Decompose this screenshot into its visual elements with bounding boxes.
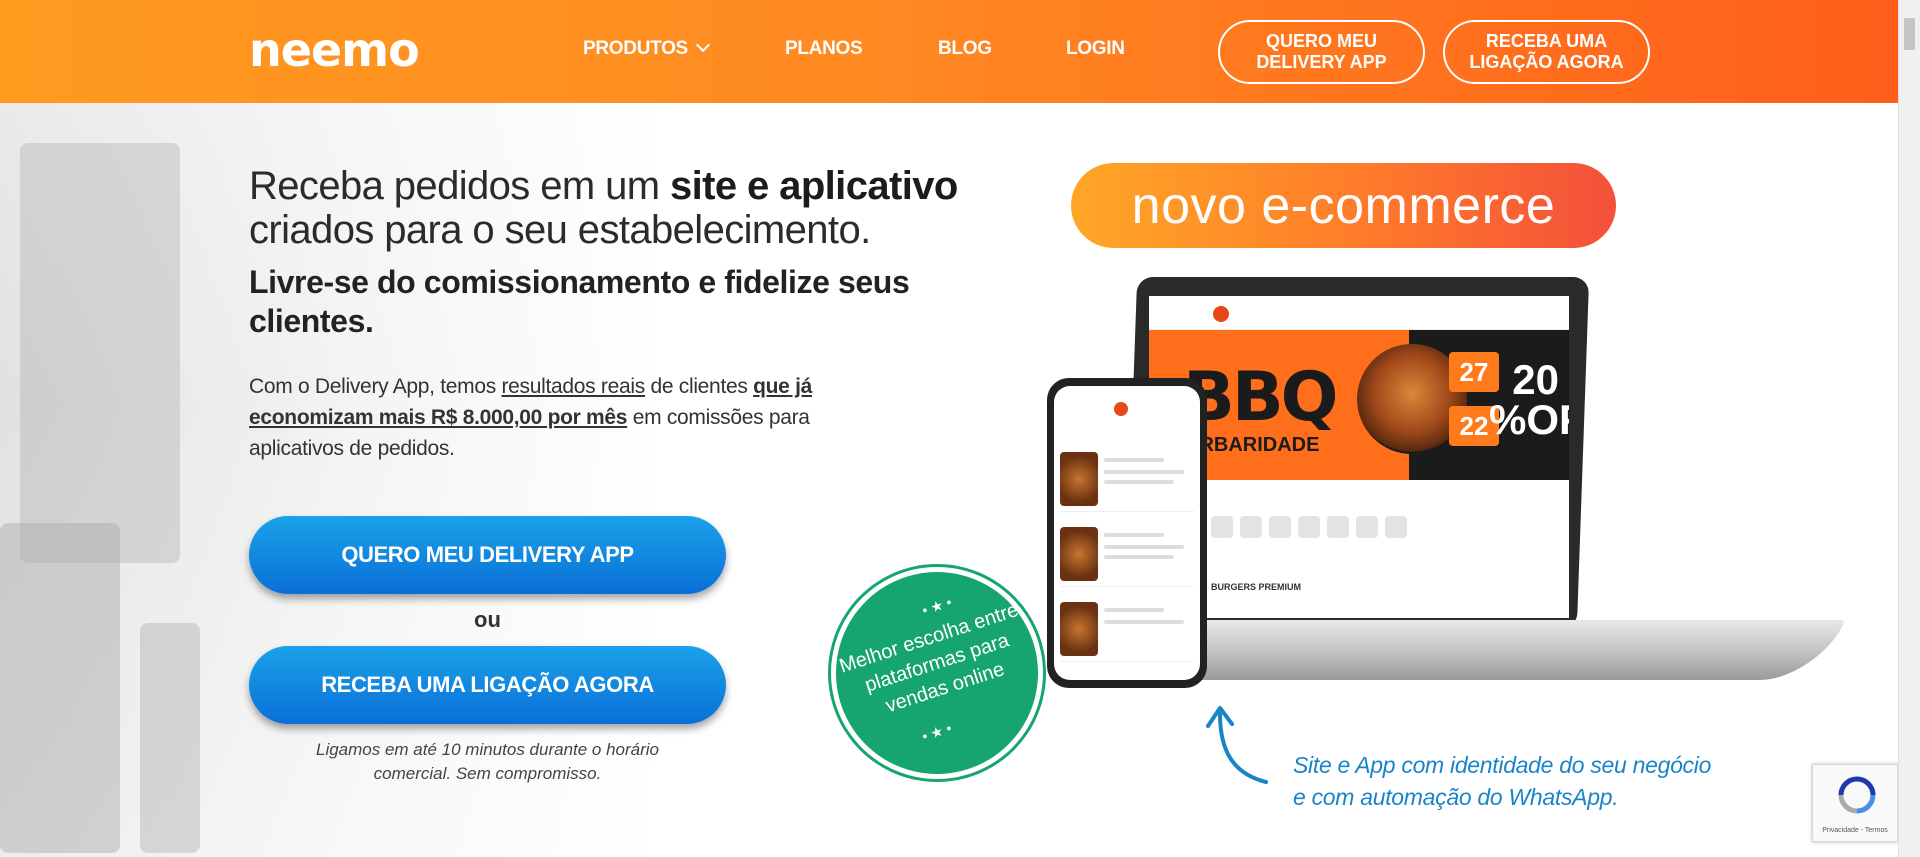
cta-delivery-app-button[interactable]: QUERO MEU DELIVERY APP bbox=[249, 516, 726, 594]
hero-headline: Receba pedidos em um site e aplicativo c… bbox=[249, 164, 969, 252]
category-icons bbox=[1211, 516, 1414, 543]
phone-list-item bbox=[1060, 521, 1194, 587]
screen-banner: BBQ ARBARIDADE 27 22 20 %OFF bbox=[1149, 330, 1569, 480]
nav-planos[interactable]: PLANOS bbox=[785, 38, 863, 60]
text-line bbox=[1104, 620, 1184, 624]
curved-arrow-icon bbox=[1206, 706, 1268, 784]
scrollbar-thumb[interactable] bbox=[1904, 18, 1915, 50]
nav-login[interactable]: LOGIN bbox=[1066, 38, 1125, 60]
paragraph-text: de clientes bbox=[644, 375, 754, 398]
category-icon bbox=[1240, 516, 1262, 538]
category-icon bbox=[1356, 516, 1378, 538]
food-thumbnail bbox=[1060, 602, 1098, 656]
laptop-screen: BBQ ARBARIDADE 27 22 20 %OFF BURGERS PRE… bbox=[1149, 296, 1569, 618]
background-photo-shape bbox=[140, 623, 200, 853]
phone-list-item bbox=[1060, 446, 1194, 512]
or-separator: ou bbox=[474, 607, 501, 632]
food-thumbnail bbox=[1060, 452, 1098, 506]
laptop-base bbox=[1134, 620, 1846, 680]
hero-subheadline: Livre-se do comissionamento e fidelize s… bbox=[249, 264, 910, 339]
phone-screen bbox=[1054, 386, 1200, 680]
text-line bbox=[1104, 480, 1174, 484]
paragraph-text: Com o Delivery App, temos bbox=[249, 375, 502, 398]
recaptcha-footer[interactable]: Privacidade - Termos bbox=[1813, 827, 1897, 834]
category-icon bbox=[1327, 516, 1349, 538]
promo-caption: Site e App com identidade do seu negócio… bbox=[1293, 752, 1712, 810]
discount-label: 20 %OFF bbox=[1489, 356, 1569, 443]
background-photo-shape bbox=[0, 523, 120, 853]
category-icon bbox=[1269, 516, 1291, 538]
food-thumbnail bbox=[1060, 527, 1098, 581]
callback-note: Ligamos em até 10 minutos durante o horá… bbox=[315, 740, 660, 783]
chevron-down-icon bbox=[695, 37, 711, 53]
text-line bbox=[1104, 470, 1184, 474]
text-line bbox=[1104, 555, 1174, 559]
restaurant-logo-icon bbox=[1213, 306, 1229, 322]
nav-blog[interactable]: BLOG bbox=[938, 38, 992, 60]
svg-text:neemo: neemo bbox=[249, 23, 419, 77]
header-delivery-app-button[interactable]: QUERO MEU DELIVERY APP bbox=[1218, 20, 1425, 84]
recaptcha-icon bbox=[1838, 776, 1876, 814]
category-icon bbox=[1385, 516, 1407, 538]
melhor-escolha-badge: • ★ • Melhor escolha entre plataformas p… bbox=[836, 572, 1038, 774]
headline-part-1: Receba pedidos em um bbox=[249, 164, 670, 208]
phone-logo-icon bbox=[1114, 402, 1128, 416]
text-line bbox=[1104, 545, 1184, 549]
nav-produtos[interactable]: PRODUTOS bbox=[583, 37, 711, 60]
hero-paragraph: Com o Delivery App, temos resultados rea… bbox=[249, 371, 869, 464]
screen-section-title: BURGERS PREMIUM bbox=[1211, 582, 1302, 592]
category-icon bbox=[1211, 516, 1233, 538]
text-line bbox=[1104, 458, 1164, 462]
phone-list-item bbox=[1060, 596, 1194, 662]
text-line bbox=[1104, 608, 1164, 612]
screen-topbar bbox=[1149, 296, 1569, 330]
resultados-reais-link[interactable]: resultados reais bbox=[501, 375, 645, 398]
category-icon bbox=[1298, 516, 1320, 538]
page-scrollbar[interactable] bbox=[1898, 0, 1920, 857]
header-ligacao-button[interactable]: RECEBA UMA LIGAÇÃO AGORA bbox=[1443, 20, 1650, 84]
ecommerce-pill: novo e-commerce bbox=[1071, 163, 1616, 248]
cta-ligacao-button[interactable]: RECEBA UMA LIGAÇÃO AGORA bbox=[249, 646, 726, 724]
headline-bold: site e aplicativo bbox=[669, 164, 958, 208]
background-photo-shape bbox=[20, 143, 180, 563]
text-line bbox=[1104, 533, 1164, 537]
headline-part-2: criados para o seu estabelecimento. bbox=[249, 208, 871, 252]
site-header: neemo PRODUTOS PLANOS BLOG LOGIN QUERO M… bbox=[0, 0, 1898, 103]
nav-produtos-label: PRODUTOS bbox=[583, 38, 688, 59]
neemo-logo[interactable]: neemo bbox=[249, 22, 429, 78]
recaptcha-widget[interactable]: Privacidade - Termos bbox=[1812, 764, 1898, 842]
